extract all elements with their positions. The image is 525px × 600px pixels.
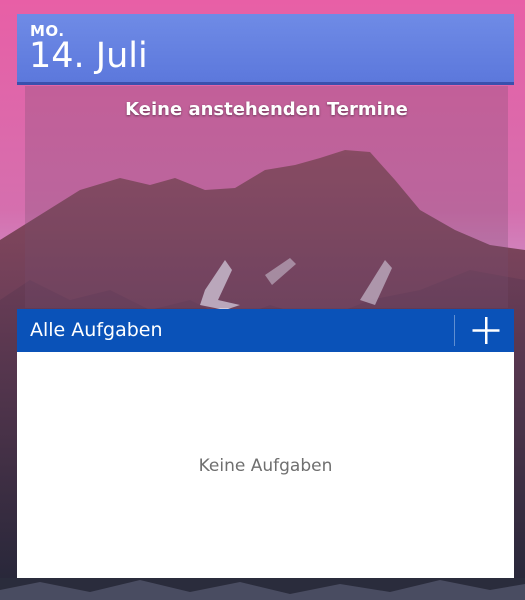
calendar-events-panel[interactable]: Keine anstehenden Termine: [25, 86, 508, 308]
plus-icon: [472, 317, 500, 344]
add-task-button[interactable]: [466, 312, 506, 349]
calendar-header[interactable]: MO. 14. Juli: [17, 14, 514, 82]
tasks-header: Alle Aufgaben: [17, 309, 514, 352]
home-screen: MO. 14. Juli Keine anstehenden Termine A…: [0, 0, 525, 600]
tasks-header-divider: [454, 315, 455, 346]
calendar-empty-message: Keine anstehenden Termine: [125, 99, 408, 120]
calendar-date: 14. Juli: [29, 36, 148, 76]
tasks-empty-message: Keine Aufgaben: [198, 456, 333, 476]
tasks-list-title[interactable]: Alle Aufgaben: [30, 319, 163, 341]
tasks-list-panel[interactable]: Keine Aufgaben: [17, 352, 514, 578]
